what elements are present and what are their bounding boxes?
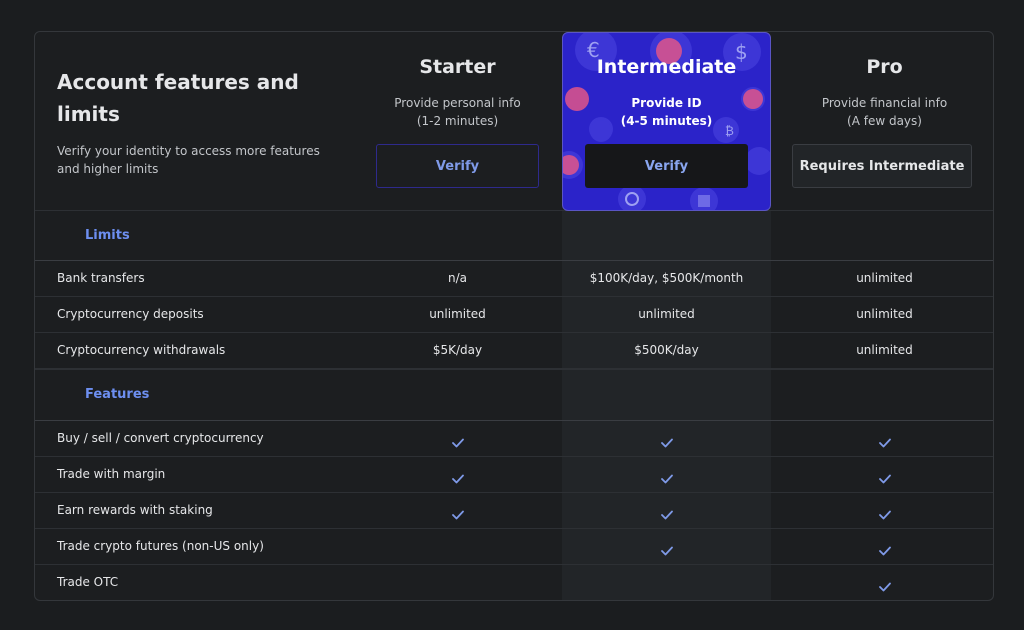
table-row: Bank transfers n/a $100K/day, $500K/mont… [35,261,993,297]
coin-icon [618,185,646,210]
account-features-card: Account features and limits Verify your … [34,31,994,601]
table-row: Trade crypto futures (non-US only) [35,529,993,565]
check-icon [780,577,989,596]
check-icon [780,505,989,524]
verify-starter-button[interactable]: Verify [376,144,539,188]
limit-value: unlimited [856,307,913,321]
features-label: Features [85,387,150,402]
row-label: Bank transfers [57,271,145,285]
limit-value: n/a [447,271,467,285]
plan-pro: Pro Provide financial info (A few days) … [780,32,989,210]
header: Account features and limits Verify your … [57,66,327,178]
limit-value: unlimited [856,271,913,285]
table-row: Cryptocurrency deposits unlimited unlimi… [35,297,993,333]
plan-starter: Starter Provide personal info (1-2 minut… [353,32,562,210]
table-row: Trade with margin [35,457,993,493]
check-icon [353,469,562,488]
plan-name: Intermediate [596,56,737,78]
limit-value: unlimited [429,307,486,321]
check-icon [780,541,989,560]
verify-intermediate-button[interactable]: Verify [585,144,748,188]
plan-name: Starter [419,56,496,78]
row-label: Cryptocurrency deposits [57,307,204,321]
plan-desc-line: Provide ID [631,96,702,110]
row-label: Trade with margin [57,467,166,481]
row-label: Trade OTC [57,575,119,589]
features-section-header: Features [35,369,993,421]
limit-value: $5K/day [432,343,483,357]
row-label: Buy / sell / convert cryptocurrency [57,431,264,445]
limit-value: $500K/day [634,343,699,357]
check-icon [353,505,562,524]
check-icon [562,505,771,524]
plan-intermediate: € $ ₿ Intermediate Provide ID (4-5 minut… [562,32,771,211]
plan-desc-line: (1-2 minutes) [416,114,499,128]
check-icon [353,433,562,452]
row-label: Cryptocurrency withdrawals [57,343,226,357]
requires-intermediate-button[interactable]: Requires Intermediate [792,144,972,188]
table-row: Earn rewards with staking [35,493,993,529]
limits-section-header: Limits [35,211,993,261]
coin-icon [745,147,770,175]
plan-description: Provide financial info (A few days) [780,94,989,130]
row-label: Trade crypto futures (non-US only) [57,539,264,553]
check-icon [562,469,771,488]
check-icon [780,469,989,488]
page-subtitle: Verify your identity to access more feat… [57,144,320,176]
check-icon [562,433,771,452]
check-icon [562,541,771,560]
limit-value: $100K/day, $500K/month [589,271,744,285]
limit-value: unlimited [638,307,695,321]
page-title: Account features and limits [57,70,299,126]
check-icon [780,433,989,452]
limit-value: unlimited [856,343,913,357]
plan-desc-line: Provide personal info [394,96,521,110]
plan-description: Provide personal info (1-2 minutes) [353,94,562,130]
plan-desc-line: Provide financial info [821,96,948,110]
table-row: Trade OTC [35,565,993,600]
plan-desc-line: (A few days) [847,114,922,128]
square-icon [698,195,710,207]
table-row: Buy / sell / convert cryptocurrency [35,421,993,457]
plan-description: Provide ID (4-5 minutes) [563,94,770,130]
plan-desc-line: (4-5 minutes) [620,114,713,128]
table-row: Cryptocurrency withdrawals $5K/day $500K… [35,333,993,369]
plan-name: Pro [866,56,903,78]
row-label: Earn rewards with staking [57,503,213,517]
limits-label: Limits [85,228,130,243]
